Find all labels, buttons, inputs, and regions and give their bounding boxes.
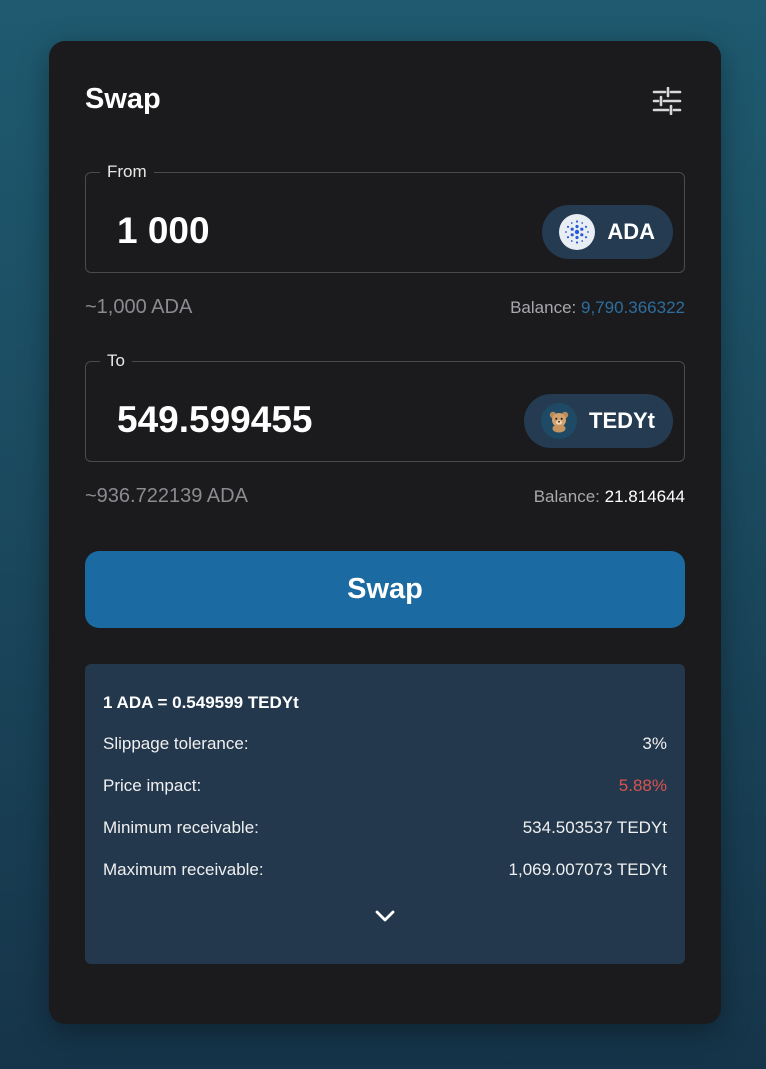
- from-amount-input[interactable]: 1 000: [117, 210, 210, 252]
- from-field[interactable]: From 1 000 ADA: [85, 162, 685, 273]
- page-title: Swap: [85, 83, 161, 115]
- from-approx-value: ~1,000 ADA: [85, 296, 193, 318]
- detail-row-max-receivable: Maximum receivable: 1,069.007073 TEDYt: [103, 860, 667, 880]
- detail-row-slippage: Slippage tolerance: 3%: [103, 734, 667, 754]
- from-legend: From: [107, 162, 147, 181]
- detail-label: Minimum receivable:: [103, 818, 259, 837]
- detail-row-min-receivable: Minimum receivable: 534.503537 TEDYt: [103, 818, 667, 838]
- to-legend: To: [107, 351, 125, 370]
- to-token-selector[interactable]: TEDYt: [524, 394, 673, 448]
- from-balance-label: Balance:: [510, 298, 577, 317]
- from-token-selector[interactable]: ADA: [542, 205, 673, 259]
- to-token-label: TEDYt: [589, 408, 655, 433]
- from-balance: Balance: 9,790.366322: [510, 298, 685, 318]
- swap-button[interactable]: Swap: [85, 551, 685, 628]
- detail-value: 3%: [642, 734, 667, 753]
- to-approx-value: ~936.722139 ADA: [85, 485, 248, 507]
- detail-value: 1,069.007073 TEDYt: [508, 860, 667, 879]
- detail-label: Slippage tolerance:: [103, 734, 249, 753]
- chevron-down-icon[interactable]: [374, 909, 396, 923]
- swap-details-panel: 1 ADA = 0.549599 TEDYt Slippage toleranc…: [85, 664, 685, 964]
- cardano-ada-icon: [559, 214, 596, 250]
- detail-value: 5.88%: [618, 776, 667, 795]
- detail-label: Maximum receivable:: [103, 860, 264, 879]
- to-field[interactable]: To 549.599455 TEDYt: [85, 351, 685, 462]
- settings-sliders-icon[interactable]: [652, 87, 682, 115]
- to-balance-value: 21.814644: [604, 487, 685, 506]
- from-subrow: ~1,000 ADA Balance: 9,790.366322: [85, 296, 685, 319]
- detail-label: Price impact:: [103, 776, 202, 795]
- to-subrow: ~936.722139 ADA Balance: 21.814644: [85, 485, 685, 508]
- detail-row-price-impact: Price impact: 5.88%: [103, 776, 667, 796]
- swap-card: Swap From 1 000 ADA ~1,000 ADA Balance: …: [49, 41, 721, 1024]
- teddy-bear-token-icon: [541, 403, 577, 439]
- to-balance-label: Balance:: [533, 487, 600, 506]
- from-token-label: ADA: [607, 219, 655, 244]
- exchange-rate: 1 ADA = 0.549599 TEDYt: [103, 693, 299, 712]
- to-amount-input[interactable]: 549.599455: [117, 399, 312, 441]
- detail-value: 534.503537 TEDYt: [522, 818, 667, 837]
- to-balance: Balance: 21.814644: [534, 487, 685, 507]
- from-balance-value[interactable]: 9,790.366322: [581, 298, 685, 317]
